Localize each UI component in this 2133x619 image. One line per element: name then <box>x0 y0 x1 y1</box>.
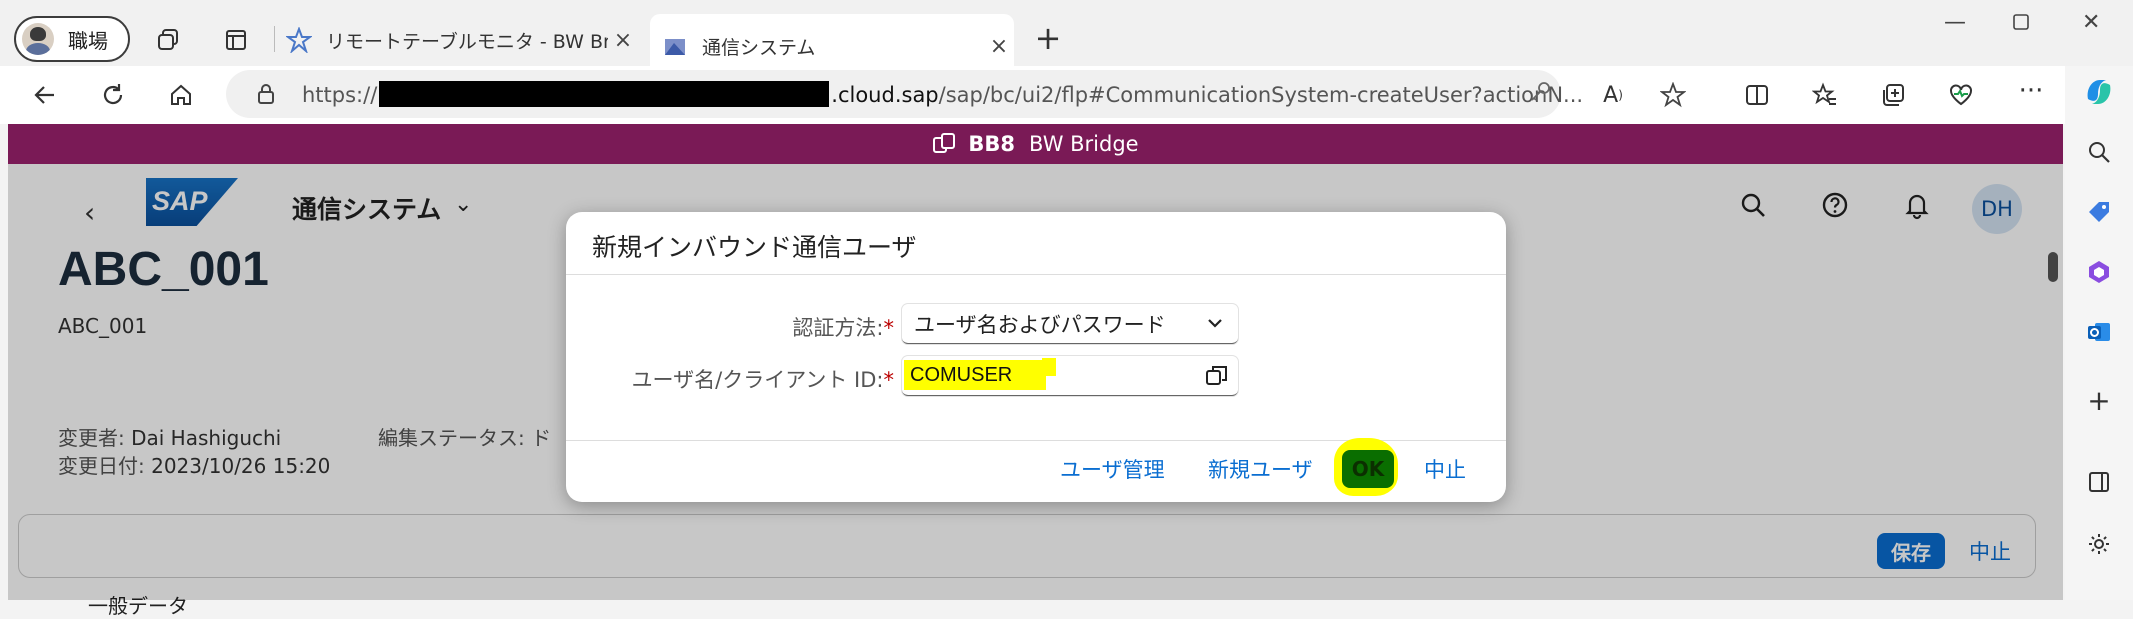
copilot-icon[interactable] <box>2079 72 2119 112</box>
dialog-title: 新規インバウンド通信ユーザ <box>592 233 917 262</box>
workspaces-icon[interactable] <box>150 22 186 58</box>
outlook-icon[interactable] <box>2083 316 2115 348</box>
auth-method-label-text: 認証方法: <box>792 316 884 340</box>
favorite-star-icon[interactable] <box>1656 78 1690 112</box>
system-shellbar: BB8 BW Bridge <box>8 124 2063 164</box>
address-toolbar: https:// .cloud.sap/sap/bc/ui2/flp#Commun… <box>0 66 2133 124</box>
close-tab-icon[interactable]: × <box>984 34 1014 59</box>
tab-actions-icon[interactable] <box>218 22 254 58</box>
auth-method-label: 認証方法:* <box>566 312 894 342</box>
maximize-icon[interactable] <box>2012 12 2030 37</box>
required-mark: * <box>883 368 895 392</box>
chevron-down-icon[interactable] <box>1204 312 1226 339</box>
url-redaction <box>379 81 830 107</box>
auth-method-value: ユーザ名およびパスワード <box>914 312 1166 337</box>
new-tab-icon[interactable]: + <box>1030 19 1066 57</box>
search-sidebar-icon[interactable] <box>2083 136 2115 168</box>
cancel-dialog-button[interactable]: 中止 <box>1424 454 1466 484</box>
auth-method-select[interactable]: ユーザ名およびパスワード <box>902 304 1238 344</box>
system-id: BB8 <box>968 132 1016 156</box>
url-prefix: https:// <box>302 83 378 107</box>
username-input[interactable]: COMUSER <box>902 356 1238 396</box>
key-icon[interactable] <box>1528 80 1552 104</box>
tab-remote-table-monitor[interactable]: リモートテーブルモニタ - BW Bridge (S × <box>286 14 638 66</box>
username-value: COMUSER <box>910 364 1013 386</box>
url-host: .cloud.sap <box>831 83 939 107</box>
value-help-icon[interactable] <box>1204 362 1230 392</box>
url-text: https:// .cloud.sap/sap/bc/ui2/flp#Commun… <box>302 81 1583 107</box>
tab-title: 通信システム <box>702 36 816 59</box>
back-icon[interactable] <box>28 78 62 112</box>
read-aloud-icon[interactable]: A) <box>1596 78 1630 112</box>
new-user-link[interactable]: 新規ユーザ <box>1208 454 1313 484</box>
profile-avatar <box>22 23 54 55</box>
split-screen-icon[interactable] <box>1740 78 1774 112</box>
system-name: BW Bridge <box>1029 132 1139 156</box>
ok-button[interactable]: OK <box>1342 450 1394 488</box>
profile-label: 職場 <box>68 28 108 53</box>
new-inbound-user-dialog: 新規インバウンド通信ユーザ 認証方法:* ユーザ名およびパスワード ユーザ名/ク… <box>566 212 1506 502</box>
close-window-icon[interactable]: ✕ <box>2082 10 2100 35</box>
refresh-icon[interactable] <box>96 78 130 112</box>
more-options-icon[interactable]: ··· <box>2014 74 2048 108</box>
highlight-marker <box>1042 358 1056 376</box>
minimize-icon[interactable]: — <box>1944 10 1966 35</box>
close-tab-icon[interactable]: × <box>608 28 638 53</box>
sap-app-favicon-icon <box>665 39 685 55</box>
hide-sidebar-icon[interactable] <box>2083 466 2115 498</box>
edge-sidebar: + <box>2065 66 2133 600</box>
system-icon <box>933 133 956 153</box>
home-icon[interactable] <box>164 78 198 112</box>
tab-separator <box>274 26 275 52</box>
add-sidebar-app-icon[interactable]: + <box>2083 384 2115 417</box>
username-label: ユーザ名/クライアント ID:* <box>566 364 894 394</box>
bw-bridge-favicon-icon <box>286 27 312 53</box>
favorites-icon[interactable] <box>1808 78 1842 112</box>
tab-title: リモートテーブルモニタ - BW Bridge (S <box>326 30 608 53</box>
username-label-text: ユーザ名/クライアント ID: <box>631 368 884 392</box>
url-field[interactable]: https:// .cloud.sap/sap/bc/ui2/flp#Commun… <box>226 70 1583 118</box>
user-management-link[interactable]: ユーザ管理 <box>1060 454 1165 484</box>
office-apps-icon[interactable] <box>2083 256 2115 288</box>
url-path: /sap/bc/ui2/flp#CommunicationSystem-crea… <box>938 83 1584 107</box>
shopping-tag-icon[interactable] <box>2083 196 2115 228</box>
profile-button[interactable]: 職場 <box>14 16 130 62</box>
browser-essentials-icon[interactable] <box>1944 78 1978 112</box>
lock-icon[interactable] <box>256 82 276 111</box>
collections-icon[interactable] <box>1876 78 1910 112</box>
required-mark: * <box>883 316 895 340</box>
dialog-divider <box>566 274 1506 275</box>
settings-gear-icon[interactable] <box>2083 528 2115 560</box>
